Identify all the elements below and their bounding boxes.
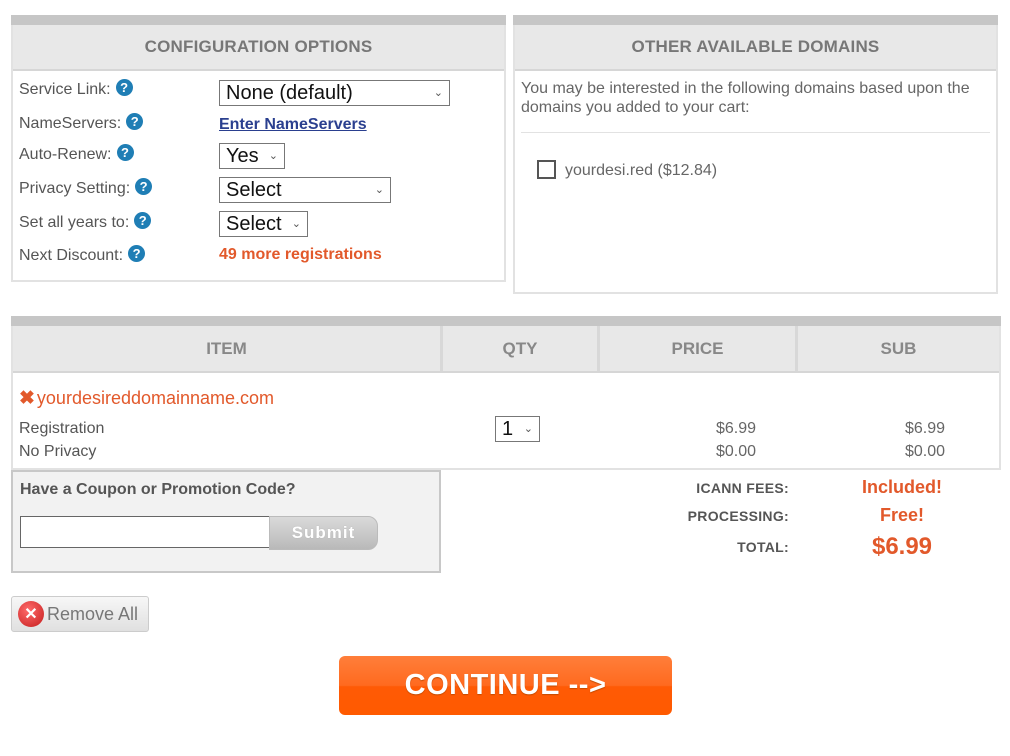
cart-item-domain: ✖ yourdesireddomainname.com — [19, 387, 274, 410]
panel-topbar — [513, 15, 998, 25]
next-discount-label: Next Discount: — [19, 247, 124, 264]
cart-line-registration: Registration — [19, 420, 105, 437]
set-all-years-label: Set all years to: — [19, 214, 130, 231]
help-icon[interactable]: ? — [115, 78, 133, 96]
help-icon[interactable]: ? — [135, 177, 153, 195]
sub-privacy: $0.00 — [905, 443, 946, 460]
suggested-domain-checkbox[interactable] — [537, 159, 556, 179]
price-privacy: $0.00 — [716, 443, 757, 460]
help-icon[interactable]: ? — [134, 211, 152, 229]
divider — [521, 132, 990, 133]
cart-line-privacy: No Privacy — [19, 443, 97, 460]
remove-circle-icon: ✕ — [18, 601, 44, 627]
configuration-options-title: CONFIGURATION OPTIONS — [13, 25, 504, 71]
remove-item-icon[interactable]: ✖ — [19, 387, 35, 410]
auto-renew-label-row: Auto-Renew: ? — [19, 143, 134, 164]
column-header-price: PRICE — [600, 326, 798, 371]
column-header-qty: QTY — [443, 326, 600, 371]
chevron-down-icon: ⌄ — [523, 423, 533, 435]
privacy-setting-value: Select — [226, 179, 282, 201]
column-header-item: ITEM — [13, 326, 443, 371]
enter-nameservers-link[interactable]: Enter NameServers — [219, 116, 367, 134]
privacy-setting-select[interactable]: Select ⌄ — [219, 177, 391, 203]
chevron-down-icon: ⌄ — [433, 87, 443, 99]
cart-topbar — [11, 316, 1001, 326]
total-label: TOTAL: — [737, 539, 789, 555]
coupon-code-input[interactable] — [20, 516, 270, 548]
auto-renew-value: Yes — [226, 145, 259, 167]
privacy-setting-label-row: Privacy Setting: ? — [19, 177, 153, 198]
auto-renew-label: Auto-Renew: — [19, 146, 112, 163]
chevron-down-icon: ⌄ — [268, 150, 278, 162]
help-icon[interactable]: ? — [128, 244, 146, 262]
coupon-box: Have a Coupon or Promotion Code? Submit — [11, 470, 441, 573]
chevron-down-icon: ⌄ — [291, 218, 301, 230]
icann-fees-value: Included! — [862, 477, 942, 497]
next-discount-label-row: Next Discount: ? — [19, 244, 146, 265]
icann-fees-label: ICANN FEES: — [696, 480, 789, 496]
service-link-label-row: Service Link: ? — [19, 78, 133, 99]
help-icon[interactable]: ? — [116, 143, 134, 161]
continue-button[interactable]: CONTINUE --> — [339, 656, 672, 715]
other-domains-title: OTHER AVAILABLE DOMAINS — [515, 25, 996, 71]
coupon-title: Have a Coupon or Promotion Code? — [20, 481, 296, 498]
chevron-down-icon: ⌄ — [374, 184, 384, 196]
service-link-value: None (default) — [226, 82, 353, 104]
set-all-years-value: Select — [226, 213, 282, 235]
cart-header-row: ITEM QTY PRICE SUB — [13, 326, 999, 373]
cart-table: ITEM QTY PRICE SUB ✖ yourdesireddomainna… — [11, 316, 1001, 470]
cart-item-domain-name: yourdesireddomainname.com — [36, 388, 275, 408]
quantity-select[interactable]: 1 ⌄ — [495, 416, 540, 442]
service-link-label: Service Link: — [19, 81, 111, 98]
sub-registration: $6.99 — [905, 420, 946, 437]
service-link-select[interactable]: None (default) ⌄ — [219, 80, 450, 106]
processing-label: PROCESSING: — [687, 508, 789, 524]
set-all-years-label-row: Set all years to: ? — [19, 211, 152, 232]
other-available-domains-panel: OTHER AVAILABLE DOMAINS You may be inter… — [513, 15, 998, 294]
next-discount-value: 49 more registrations — [219, 246, 382, 263]
total-value: $6.99 — [871, 533, 933, 560]
auto-renew-select[interactable]: Yes ⌄ — [219, 143, 285, 169]
price-registration: $6.99 — [716, 420, 757, 437]
help-icon[interactable]: ? — [126, 112, 144, 130]
column-header-sub: SUB — [880, 338, 917, 358]
panel-topbar — [11, 15, 506, 25]
privacy-setting-label: Privacy Setting: — [19, 180, 131, 197]
nameservers-label: NameServers: — [19, 115, 122, 132]
quantity-value: 1 — [502, 418, 514, 440]
other-domains-intro: You may be interested in the following d… — [521, 80, 970, 116]
processing-value: Free! — [879, 505, 924, 525]
nameservers-label-row: NameServers: ? — [19, 112, 144, 133]
configuration-options-panel: CONFIGURATION OPTIONS Service Link: ? No… — [11, 15, 506, 282]
set-all-years-select[interactable]: Select ⌄ — [219, 211, 308, 237]
suggested-domain-label: yourdesi.red ($12.84) — [565, 162, 718, 179]
coupon-submit-button[interactable]: Submit — [269, 516, 378, 550]
remove-all-label: Remove All — [47, 603, 139, 624]
suggested-domain-option[interactable]: yourdesi.red ($12.84) — [537, 159, 718, 180]
remove-all-button[interactable]: ✕ Remove All — [11, 596, 149, 632]
